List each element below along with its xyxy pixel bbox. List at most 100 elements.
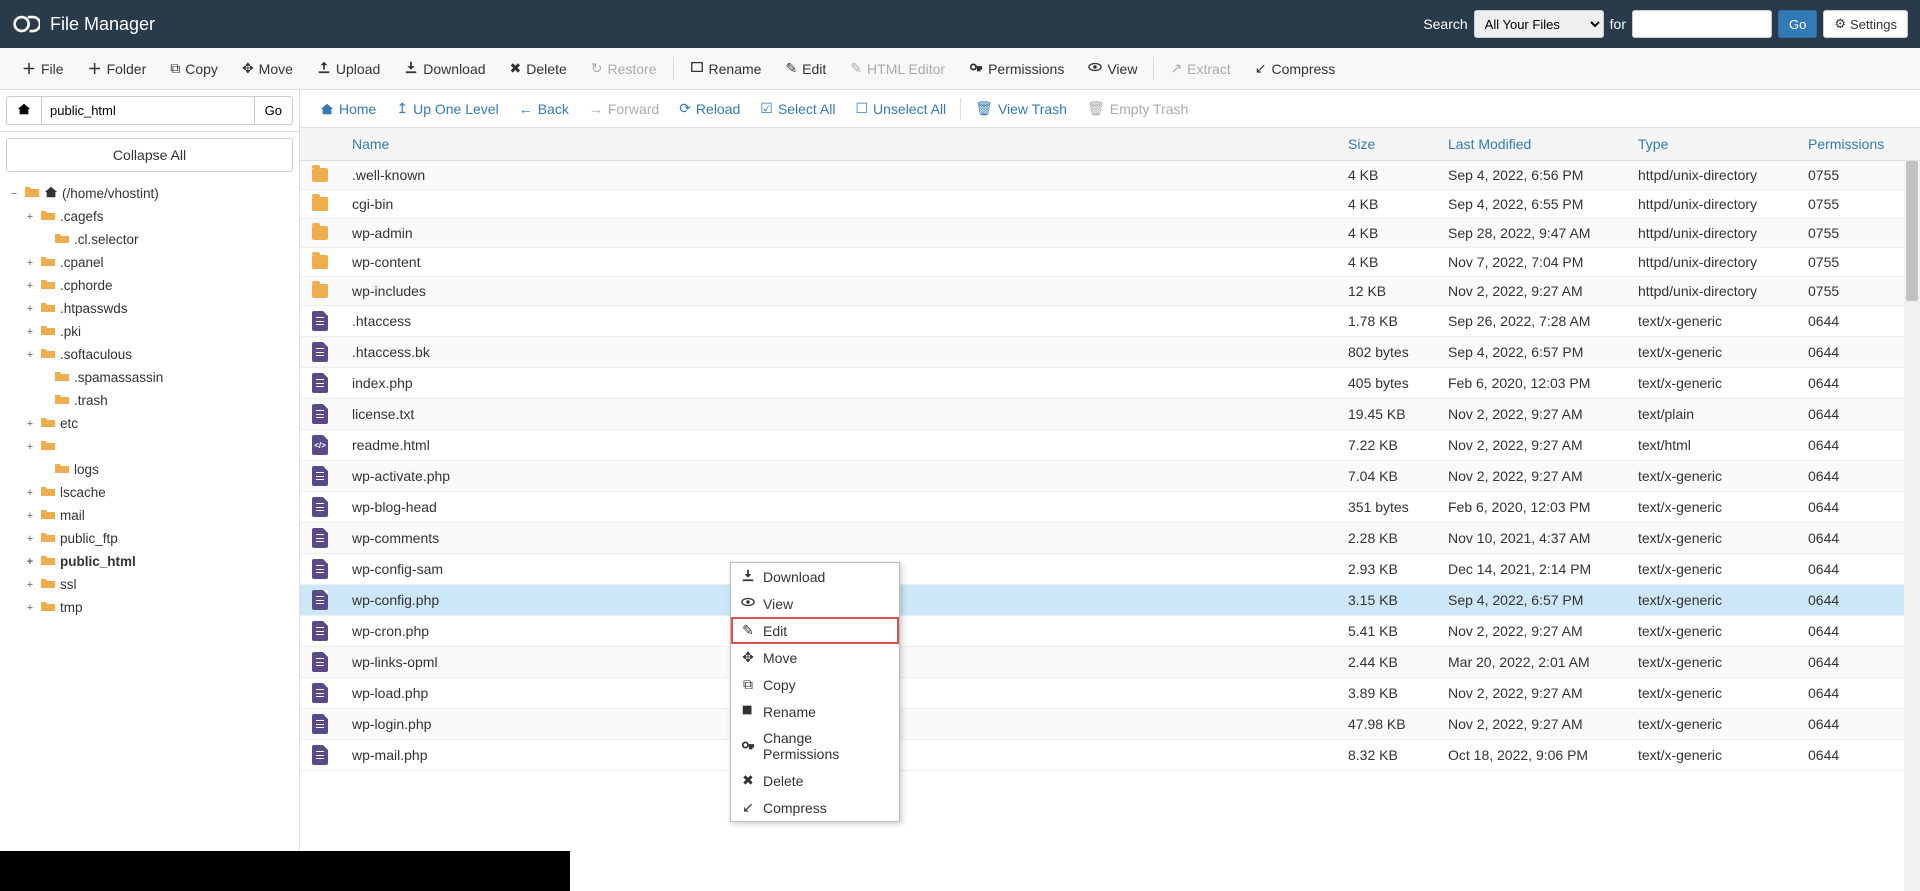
file-row[interactable]: wp-comments2.28 KBNov 10, 2021, 4:37 AMt… [300,523,1920,554]
tree-node[interactable]: .spamassassin [24,366,291,389]
file-row[interactable]: .well-known4 KBSep 4, 2022, 6:56 PMhttpd… [300,161,1920,190]
expand-toggle[interactable]: + [24,579,36,591]
nav-view-trash-button[interactable]: 🗑View Trash [965,96,1077,121]
view-button[interactable]: View [1076,56,1149,81]
expand-toggle[interactable]: + [24,487,36,499]
expand-toggle[interactable]: + [24,533,36,545]
tree-node[interactable]: +.htpasswds [24,297,291,320]
expand-toggle[interactable]: + [24,257,36,269]
home-icon-button[interactable] [6,96,42,125]
cm-move[interactable]: ✥Move [731,644,899,671]
search-input[interactable] [1632,10,1772,38]
file-row[interactable]: wp-includes12 KBNov 2, 2022, 9:27 AMhttp… [300,277,1920,306]
col-size-header[interactable]: Size [1336,136,1436,152]
edit-button[interactable]: ✎Edit [773,56,838,81]
file-row[interactable]: wp-blog-head351 bytesFeb 6, 2020, 12:03 … [300,492,1920,523]
html-editor-button[interactable]: ✎HTML Editor [838,56,957,81]
tree-node[interactable]: +mail [24,504,291,527]
upload-button[interactable]: Upload [305,56,392,81]
nav-unselect-all-button[interactable]: ☐Unselect All [845,96,956,121]
settings-button[interactable]: ⚙ Settings [1823,10,1908,38]
collapse-toggle[interactable]: − [8,188,20,200]
search-go-button[interactable]: Go [1778,10,1817,38]
cm-permissions[interactable]: Change Permissions [731,725,899,767]
vertical-scrollbar[interactable] [1904,161,1920,891]
file-row[interactable]: license.txt19.45 KBNov 2, 2022, 9:27 AMt… [300,399,1920,430]
nav-home-button[interactable]: Home [310,97,386,121]
expand-toggle[interactable]: + [24,418,36,430]
cm-edit[interactable]: ✎Edit [731,617,899,644]
file-row[interactable]: wp-login.php47.98 KBNov 2, 2022, 9:27 AM… [300,709,1920,740]
permissions-button[interactable]: Permissions [957,56,1076,81]
file-row[interactable]: wp-cron.php5.41 KBNov 2, 2022, 9:27 AMte… [300,616,1920,647]
collapse-all-button[interactable]: Collapse All [6,138,293,172]
tree-node[interactable]: + [24,435,291,458]
cm-copy[interactable]: ⧉Copy [731,671,899,698]
col-perm-header[interactable]: Permissions [1796,136,1896,152]
extract-button[interactable]: ↗Extract [1158,56,1242,81]
download-button[interactable]: Download [392,56,497,81]
tree-node[interactable]: +.cpanel [24,251,291,274]
scrollbar-thumb[interactable] [1906,161,1918,301]
tree-node[interactable]: +.pki [24,320,291,343]
tree-root[interactable]: − (/home/vhostint) [8,182,291,205]
file-row[interactable]: wp-content4 KBNov 7, 2022, 7:04 PMhttpd/… [300,248,1920,277]
restore-button[interactable]: ↻Restore [579,56,669,81]
file-row[interactable]: wp-config-sam2.93 KBDec 14, 2021, 2:14 P… [300,554,1920,585]
tree-node[interactable]: .cl.selector [24,228,291,251]
file-row[interactable]: .htaccess.bk802 bytesSep 4, 2022, 6:57 P… [300,337,1920,368]
expand-toggle[interactable]: + [24,211,36,223]
compress-button[interactable]: ↙Compress [1243,56,1348,81]
col-type-header[interactable]: Type [1626,136,1796,152]
copy-button[interactable]: ⧉Copy [158,56,230,81]
file-row[interactable]: index.php405 bytesFeb 6, 2020, 12:03 PMt… [300,368,1920,399]
file-button[interactable]: ＋File [10,55,76,83]
file-row[interactable]: wp-links-opml2.44 KBMar 20, 2022, 2:01 A… [300,647,1920,678]
expand-toggle[interactable]: + [24,602,36,614]
move-button[interactable]: ✥Move [230,56,305,81]
tree-node[interactable]: +etc [24,412,291,435]
file-row[interactable]: .htaccess1.78 KBSep 26, 2022, 7:28 AMtex… [300,306,1920,337]
tree-node[interactable]: +lscache [24,481,291,504]
expand-toggle[interactable]: + [24,326,36,338]
delete-button[interactable]: ✖Delete [498,56,579,81]
file-row[interactable]: wp-activate.php7.04 KBNov 2, 2022, 9:27 … [300,461,1920,492]
tree-node[interactable]: +public_html [24,550,291,573]
tree-node[interactable]: +public_ftp [24,527,291,550]
col-modified-header[interactable]: Last Modified [1436,136,1626,152]
tree-node[interactable]: +ssl [24,573,291,596]
rename-button[interactable]: Rename [678,56,774,81]
tree-node[interactable]: .trash [24,389,291,412]
search-scope-select[interactable]: All Your Files [1474,10,1604,38]
file-row[interactable]: cgi-bin4 KBSep 4, 2022, 6:55 PMhttpd/uni… [300,190,1920,219]
nav-forward-button[interactable]: →Forward [579,97,669,121]
expand-toggle[interactable]: + [24,349,36,361]
tree-node[interactable]: +.cagefs [24,205,291,228]
nav-reload-button[interactable]: ⟳Reload [669,96,750,121]
tree-node[interactable]: +tmp [24,596,291,619]
file-row[interactable]: </>readme.html7.22 KBNov 2, 2022, 9:27 A… [300,430,1920,461]
cm-rename[interactable]: Rename [731,698,899,725]
nav-up-button[interactable]: ↥Up One Level [386,96,508,121]
cm-delete[interactable]: ✖Delete [731,767,899,794]
path-input[interactable] [42,96,255,125]
nav-empty-trash-button[interactable]: 🗑Empty Trash [1077,96,1198,121]
path-go-button[interactable]: Go [255,96,293,125]
file-row[interactable]: wp-config.php3.15 KBSep 4, 2022, 6:57 PM… [300,585,1920,616]
cm-view[interactable]: View [731,590,899,617]
cm-download[interactable]: Download [731,563,899,590]
col-name-header[interactable]: Name [340,136,1336,152]
file-row[interactable]: wp-mail.php8.32 KBOct 18, 2022, 9:06 PMt… [300,740,1920,771]
tree-node[interactable]: +.softaculous [24,343,291,366]
cm-compress[interactable]: ↙Compress [731,794,899,821]
expand-toggle[interactable]: + [24,510,36,522]
expand-toggle[interactable]: + [24,280,36,292]
file-row[interactable]: wp-load.php3.89 KBNov 2, 2022, 9:27 AMte… [300,678,1920,709]
file-row[interactable]: wp-admin4 KBSep 28, 2022, 9:47 AMhttpd/u… [300,219,1920,248]
tree-node[interactable]: +.cphorde [24,274,291,297]
folder-button[interactable]: ＋Folder [76,55,159,83]
expand-toggle[interactable]: + [24,556,36,568]
nav-back-button[interactable]: ←Back [509,97,579,121]
nav-select-all-button[interactable]: ☑Select All [750,96,845,121]
expand-toggle[interactable]: + [24,441,36,453]
